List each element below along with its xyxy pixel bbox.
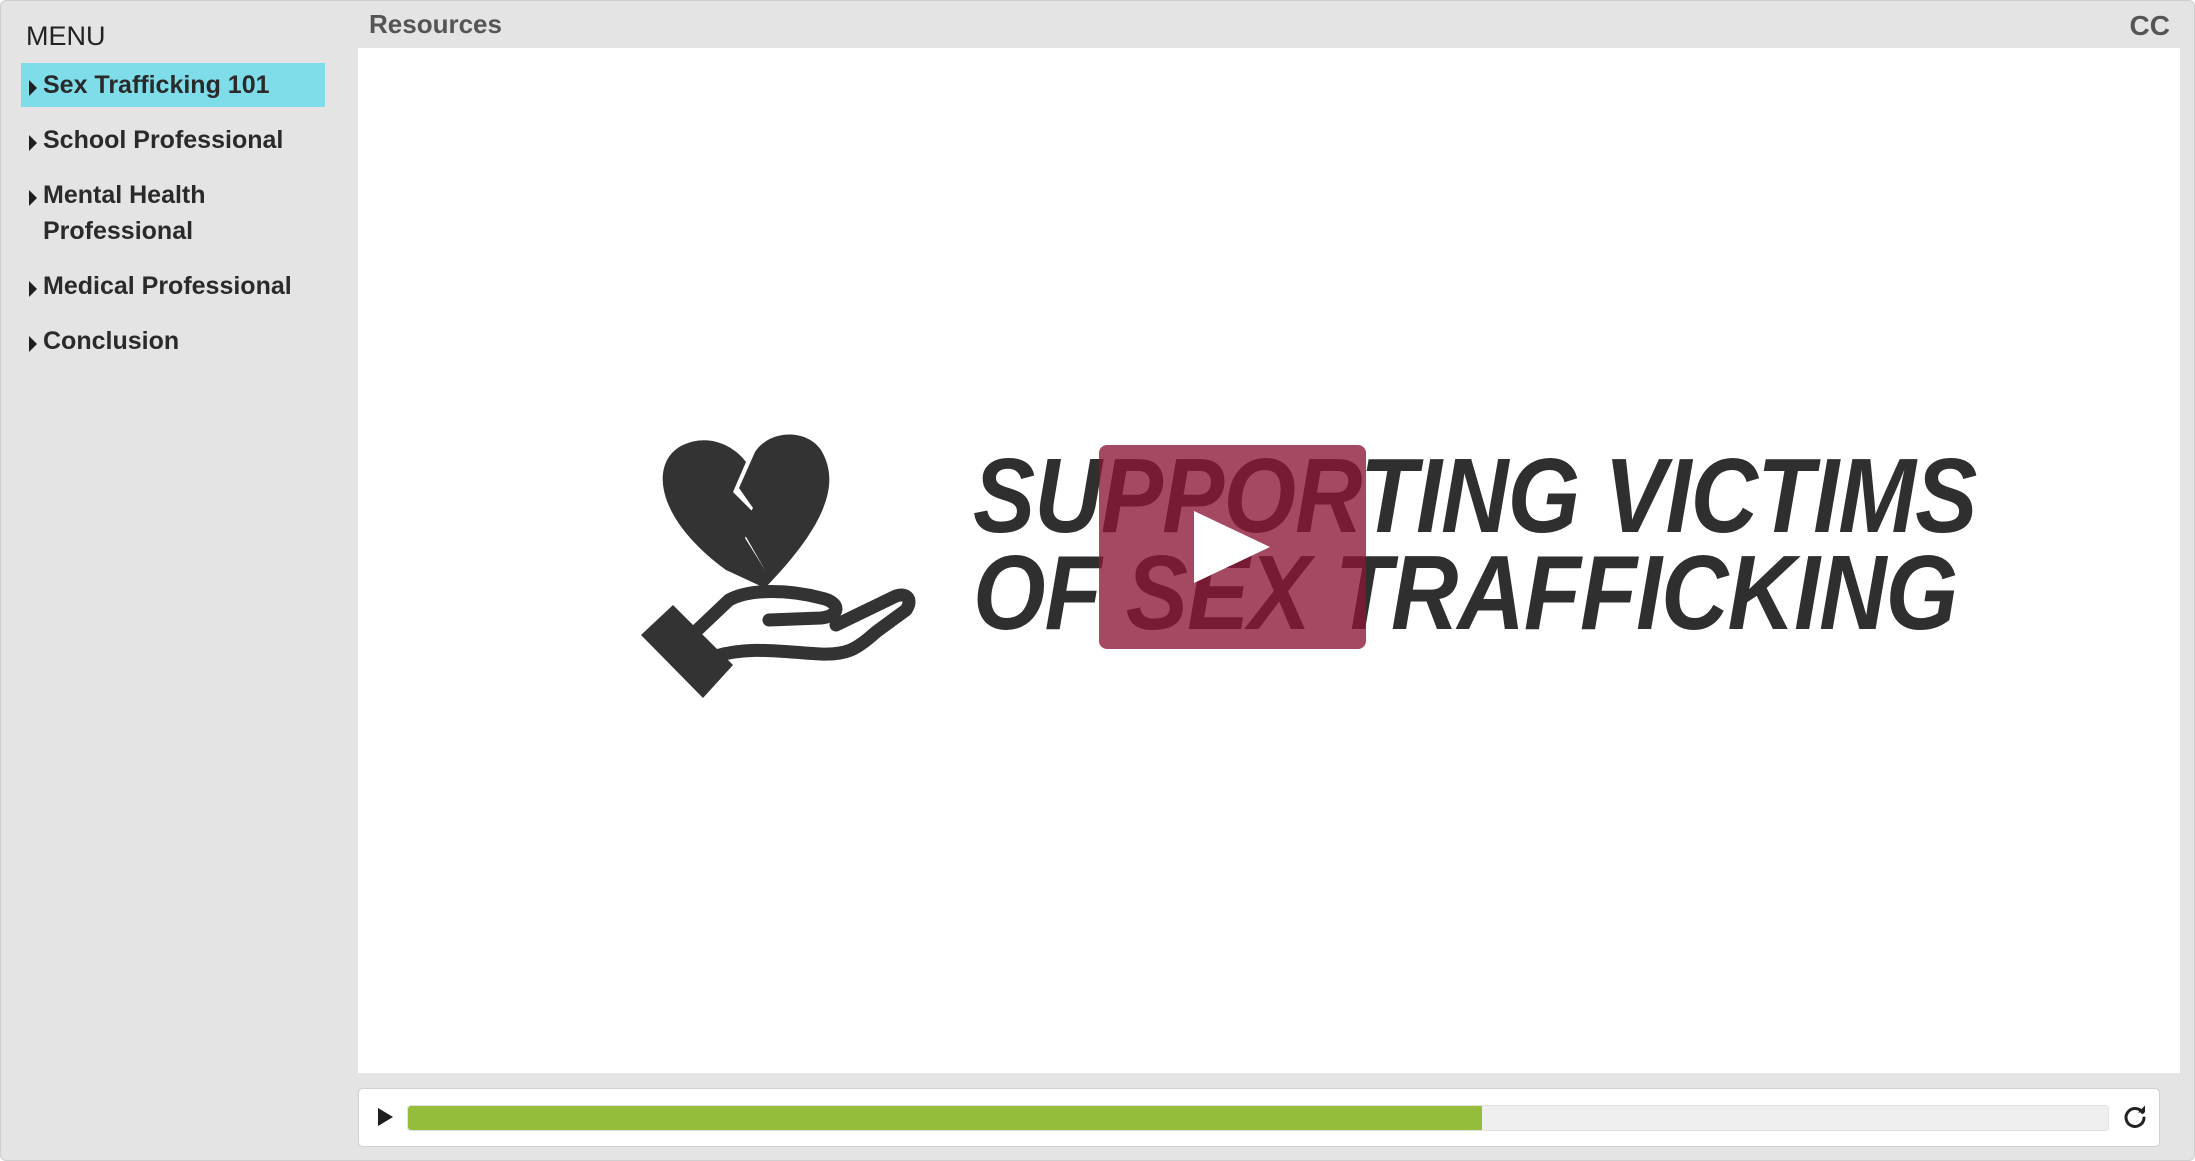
- replay-button[interactable]: [2121, 1103, 2149, 1131]
- video-play-button[interactable]: [1099, 445, 1366, 649]
- progress-bar[interactable]: [407, 1105, 2109, 1131]
- caret-right-icon: [29, 281, 37, 297]
- menu-title: MENU: [26, 21, 106, 51]
- menu-item-school-professional[interactable]: School Professional: [21, 118, 325, 162]
- sidebar-menu: MENU Sex Trafficking 101 School Professi…: [1, 1, 346, 1160]
- resources-button[interactable]: Resources: [369, 9, 502, 40]
- broken-heart-in-hand-icon: [641, 434, 916, 698]
- caret-right-icon: [29, 135, 37, 151]
- playbar: [358, 1088, 2160, 1147]
- menu-item-medical-professional[interactable]: Medical Professional: [21, 264, 325, 308]
- menu-item-label: Conclusion: [43, 327, 180, 355]
- caret-right-icon: [29, 336, 37, 352]
- menu-item-mental-health-professional[interactable]: Mental Health Professional: [21, 173, 325, 253]
- play-icon: [378, 1108, 393, 1126]
- closed-captions-button[interactable]: CC: [2130, 10, 2170, 42]
- menu-item-conclusion[interactable]: Conclusion: [21, 319, 325, 363]
- slide-stage: SUPPORTING VICTIMS OF SEX TRAFFICKING: [358, 48, 2180, 1073]
- caret-right-icon: [29, 80, 37, 96]
- replay-icon: [2124, 1105, 2146, 1128]
- caret-right-icon: [29, 190, 37, 206]
- menu-item-label: Medical Professional: [43, 272, 292, 300]
- progress-fill: [408, 1106, 1483, 1130]
- playbar-play-button[interactable]: [375, 1106, 397, 1128]
- course-player: MENU Sex Trafficking 101 School Professi…: [0, 0, 2195, 1161]
- play-icon: [1194, 511, 1270, 583]
- menu-item-sex-trafficking-101[interactable]: Sex Trafficking 101: [21, 63, 325, 107]
- menu-list: Sex Trafficking 101 School Professional …: [21, 63, 325, 374]
- menu-item-label: Sex Trafficking 101: [43, 71, 270, 99]
- menu-item-label: School Professional: [43, 126, 284, 154]
- menu-item-label: Mental Health Professional: [43, 181, 206, 245]
